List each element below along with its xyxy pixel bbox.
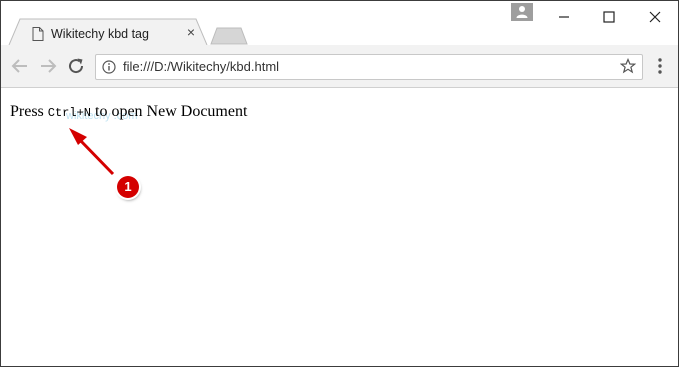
annotation-badge: 1 — [117, 176, 139, 198]
annotation-layer — [69, 128, 115, 176]
browser-window: Wikitechy kbd tag × file:///D:/Wikitechy… — [0, 0, 679, 367]
annotation-arrow — [77, 137, 115, 176]
